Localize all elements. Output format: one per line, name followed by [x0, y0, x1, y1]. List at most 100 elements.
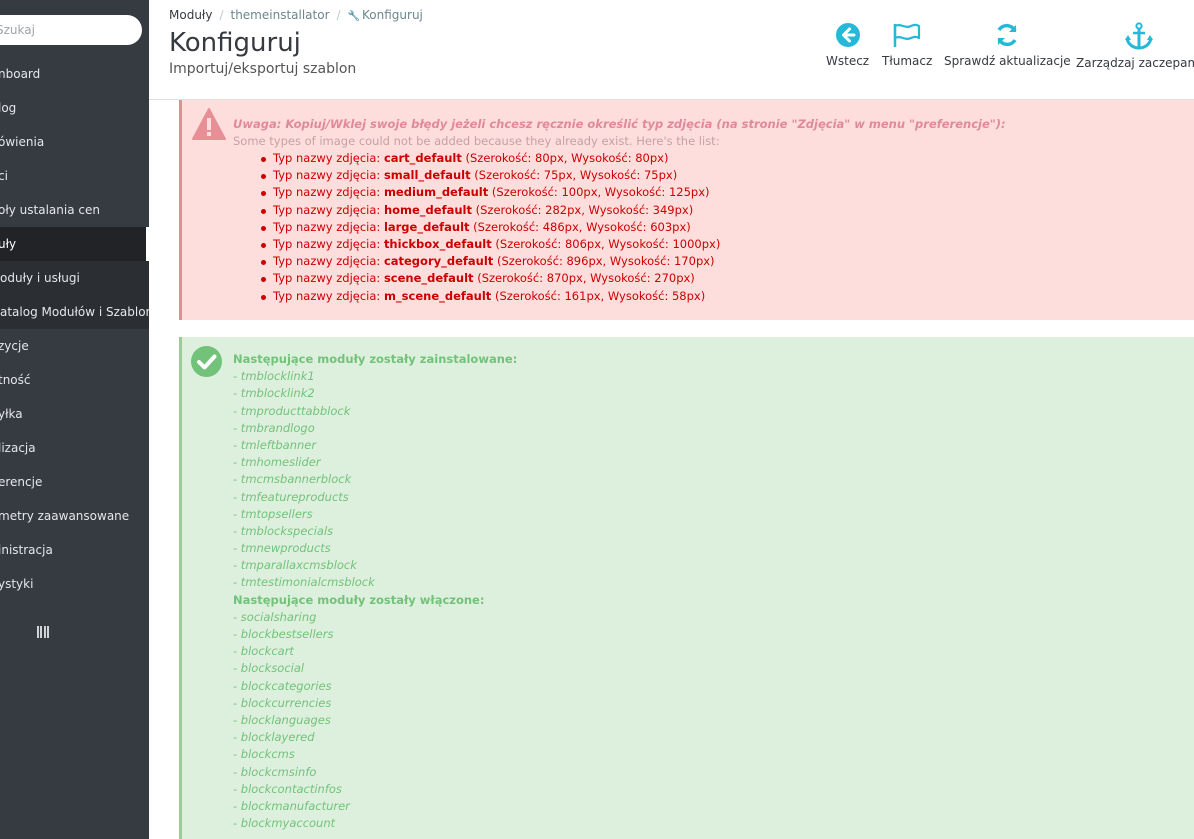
page-title: Konfiguruj	[169, 28, 301, 58]
sidebar-item[interactable]: oduły i usługi	[0, 261, 149, 295]
sidebar-item[interactable]: lizacja	[0, 431, 149, 465]
enabled-module-item: - blockcmsinfo	[233, 764, 317, 779]
enabled-module-item: - blocklayered	[233, 730, 315, 745]
bullet-icon	[261, 260, 266, 266]
installed-module-item: - tmhomeslider	[233, 455, 321, 470]
sidebar-item-label: uły	[0, 237, 17, 251]
image-type-prefix: Typ nazwy zdjęcia:	[273, 168, 384, 183]
collapse-menu-icon[interactable]	[37, 626, 49, 638]
sidebar-item-label: ystyki	[0, 577, 34, 591]
sidebar-item-label: metry zaawansowane	[0, 509, 130, 523]
enabled-module-item: - blockcategories	[233, 678, 332, 693]
image-type-prefix: Typ nazwy zdjęcia:	[273, 219, 384, 234]
enabled-module-item: - blocksocial	[233, 661, 305, 676]
enabled-modules-title: Następujące moduły zostały włączone:	[233, 592, 485, 607]
sidebar-item-label: inistracja	[0, 543, 53, 557]
sidebar-item[interactable]: oły ustalania cen	[0, 193, 149, 227]
image-type-dims: (Szerokość: 80px, Wysokość: 80px)	[461, 151, 669, 165]
image-type-prefix: Typ nazwy zdjęcia:	[273, 236, 384, 251]
success-alert: Następujące moduły zostały zainstalowane…	[179, 337, 1194, 839]
sidebar-item[interactable]: zycje	[0, 329, 149, 363]
wrench-icon: 🔧	[347, 11, 361, 22]
installed-module-item: - tmbrandlogo	[233, 420, 315, 435]
installed-module-item: - tmblocklink2	[233, 386, 315, 401]
sidebar: nboard log ówienia ci oły ustalania cen uły od…	[0, 0, 149, 839]
installed-module-item: - tmnewproducts	[233, 541, 331, 556]
enabled-module-item: - blockmanufacturer	[233, 798, 350, 813]
sidebar-item[interactable]: ówienia	[0, 125, 149, 159]
page-subtitle: Importuj/eksportuj szablon	[169, 61, 357, 77]
back-button[interactable]: Wstecz	[826, 22, 869, 82]
warning-triangle-icon	[192, 108, 226, 140]
installed-module-item: - tmcmsbannerblock	[233, 472, 352, 487]
enabled-module-item: - blockcart	[233, 644, 294, 659]
image-type-name: scene_default	[383, 271, 474, 286]
sidebar-item[interactable]: yłka	[0, 397, 149, 431]
flag-icon	[893, 23, 921, 47]
sidebar-item-label: oły ustalania cen	[0, 203, 100, 217]
bullet-icon	[261, 174, 266, 180]
enabled-module-item: - blockbestsellers	[233, 627, 334, 641]
bullet-icon	[261, 242, 266, 248]
breadcrumb-themeinstallator[interactable]: themeinstallator	[230, 8, 329, 22]
image-type-prefix: Typ nazwy zdjęcia:	[273, 185, 384, 200]
image-type-dims: (Szerokość: 870px, Wysokość: 270px)	[473, 271, 695, 286]
sidebar-item[interactable]: uły	[0, 227, 149, 261]
sidebar-item-label: zycje	[0, 339, 29, 353]
image-type-prefix: Typ nazwy zdjęcia:	[273, 288, 384, 303]
image-type-prefix: Typ nazwy zdjęcia:	[273, 271, 384, 286]
installed-module-item: - tmparallaxcmsblock	[233, 558, 357, 573]
sidebar-item[interactable]: ystyki	[0, 567, 149, 601]
image-type-dims: (Szerokość: 896px, Wysokość: 170px)	[493, 254, 715, 269]
sidebar-item[interactable]: log	[0, 91, 149, 125]
bullet-icon	[261, 191, 266, 197]
image-type-dims: (Szerokość: 806px, Wysokość: 1000px)	[491, 236, 721, 251]
warning-title: Uwaga: Kopiuj/Wklej swoje błędy jeżeli c…	[233, 117, 1006, 131]
sidebar-item-label: erencje	[0, 475, 43, 489]
sidebar-item[interactable]: metry zaawansowane	[0, 499, 149, 533]
enabled-module-item: - socialsharing	[233, 609, 317, 624]
sidebar-item[interactable]: nboard	[0, 57, 149, 91]
arrow-left-circle-icon	[835, 23, 860, 47]
installed-module-item: - tmtestimonialcmsblock	[233, 575, 375, 590]
image-type-prefix: Typ nazwy zdjęcia:	[273, 202, 384, 217]
image-type-name: thickbox_default	[383, 236, 492, 251]
page-header: Moduły / themeinstallator / 🔧 Konfiguruj Konf…	[149, 0, 1194, 100]
image-type-name: home_default	[383, 202, 472, 217]
sidebar-item-label: ci	[0, 169, 8, 183]
search-box	[0, 15, 142, 45]
translate-label: Tłumacz	[882, 54, 933, 68]
sidebar-item-label: lizacja	[0, 441, 36, 455]
image-type-name: category_default	[383, 254, 494, 269]
sidebar-item[interactable]: ci	[0, 159, 149, 193]
image-type-prefix: Typ nazwy zdjęcia:	[273, 151, 384, 165]
search-input[interactable]	[0, 15, 142, 45]
image-type-dims: (Szerokość: 282px, Wysokość: 349px)	[471, 202, 694, 217]
image-type-dims: (Szerokość: 161px, Wysokość: 58px)	[491, 288, 706, 303]
bullet-icon	[261, 294, 266, 300]
enabled-module-item: - blockcms	[233, 747, 295, 762]
manage-hooks-button[interactable]: Zarządzaj zaczepami	[1076, 22, 1194, 82]
bullet-icon	[261, 277, 266, 283]
sidebar-item-label: yłka	[0, 407, 23, 421]
image-type-name: large_default	[383, 219, 470, 234]
breadcrumb-configure: Konfiguruj	[362, 8, 423, 22]
enabled-module-item: - blockcontactinfos	[233, 781, 342, 796]
bullet-icon	[261, 225, 266, 231]
sidebar-item[interactable]: erencje	[0, 465, 149, 499]
check-updates-button[interactable]: Sprawdź aktualizacje	[944, 22, 1071, 82]
breadcrumb-modules[interactable]: Moduły	[169, 8, 212, 22]
warning-subtitle: Some types of image could not be added b…	[233, 134, 720, 148]
sidebar-item[interactable]: atalog Modułów i Szablon...	[0, 295, 149, 329]
breadcrumb: Moduły / themeinstallator / 🔧 Konfiguruj	[169, 8, 423, 22]
enabled-module-item: - blockmyaccount	[233, 816, 336, 831]
bullet-icon	[261, 157, 266, 162]
back-label: Wstecz	[826, 54, 870, 68]
sidebar-item[interactable]: inistracja	[0, 533, 149, 567]
sidebar-nav: nboard log ówienia ci oły ustalania cen uły od…	[0, 57, 149, 601]
translate-button[interactable]: Tłumacz	[882, 22, 932, 82]
enabled-module-item: - blocklanguages	[233, 712, 331, 727]
sidebar-item[interactable]: tność	[0, 363, 149, 397]
sidebar-item-label: ówienia	[0, 135, 45, 149]
image-type-name: medium_default	[383, 185, 489, 200]
